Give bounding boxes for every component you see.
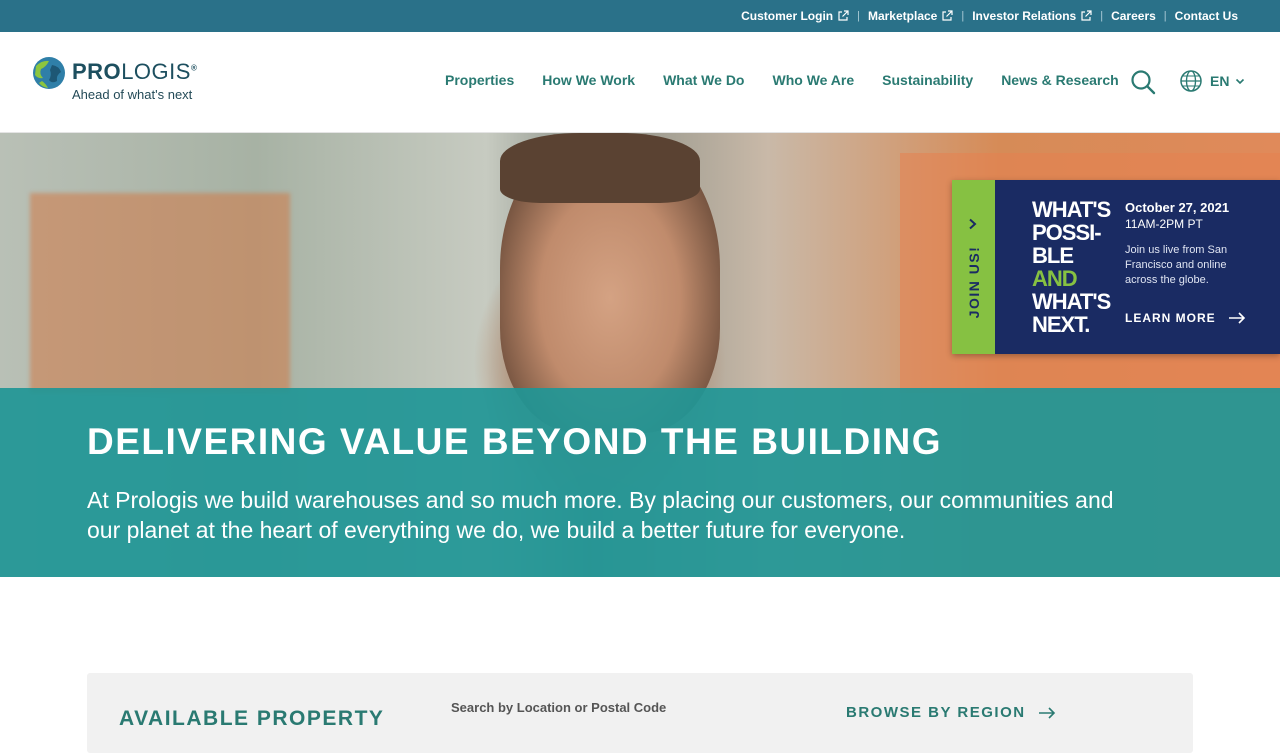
contact-us-link[interactable]: Contact Us bbox=[1175, 9, 1238, 23]
marketplace-link[interactable]: Marketplace bbox=[868, 9, 953, 23]
main-nav: Properties How We Work What We Do Who We… bbox=[431, 72, 1133, 88]
hero-title: DELIVERING VALUE BEYOND THE BUILDING bbox=[87, 421, 943, 462]
utility-bar: Customer Login | Marketplace | Investor … bbox=[0, 0, 1280, 32]
browse-by-region-link[interactable]: BROWSE BY REGION bbox=[846, 704, 1056, 721]
learn-more-label: LEARN MORE bbox=[1125, 311, 1216, 325]
property-search-panel: AVAILABLE PROPERTY Search by Location or… bbox=[87, 673, 1193, 753]
event-time: 11AM-2PM PT bbox=[1125, 217, 1203, 231]
language-selector[interactable]: EN bbox=[1180, 70, 1245, 92]
investor-relations-link[interactable]: Investor Relations bbox=[972, 9, 1092, 23]
nav-item-how-we-work[interactable]: How We Work bbox=[542, 72, 635, 88]
hero-background-shape bbox=[30, 193, 290, 393]
nav-item-properties[interactable]: Properties bbox=[445, 72, 514, 88]
event-description: Join us live from San Francisco and onli… bbox=[1125, 244, 1228, 286]
arrow-right-icon bbox=[1228, 312, 1245, 324]
registered-mark: ® bbox=[190, 63, 198, 73]
customer-login-label: Customer Login bbox=[741, 9, 834, 23]
investor-relations-label: Investor Relations bbox=[972, 9, 1077, 23]
hero-text: At Prologis we build warehouses and so m… bbox=[87, 487, 1114, 543]
hero-overlay bbox=[0, 388, 1280, 577]
artwork-line: WHAT'S bbox=[1032, 289, 1111, 314]
chevron-right-icon bbox=[969, 218, 977, 230]
artwork-line: BLE bbox=[1032, 243, 1074, 268]
external-link-icon bbox=[1081, 10, 1092, 21]
browse-by-region-label: BROWSE BY REGION bbox=[846, 704, 1026, 721]
available-property-title: AVAILABLE PROPERTY bbox=[119, 707, 385, 730]
arrow-right-icon bbox=[1038, 706, 1055, 719]
logo-wordmark-light: LOGIS bbox=[121, 59, 191, 84]
nav-item-news-research[interactable]: News & Research bbox=[1001, 72, 1119, 88]
separator: | bbox=[857, 10, 860, 22]
external-link-icon bbox=[838, 10, 849, 21]
globe-icon bbox=[33, 57, 65, 89]
learn-more-link[interactable]: LEARN MORE bbox=[1125, 311, 1246, 325]
chevron-down-icon bbox=[1236, 78, 1245, 85]
nav-item-who-we-are[interactable]: Who We Are bbox=[772, 72, 854, 88]
logo-wordmark-bold: PRO bbox=[72, 59, 122, 84]
separator: | bbox=[1163, 10, 1167, 22]
artwork-line: NEXT. bbox=[1032, 312, 1090, 337]
join-us-label: JOIN US! bbox=[966, 245, 982, 319]
globe-icon bbox=[1180, 70, 1202, 92]
event-date: October 27, 2021 bbox=[1125, 200, 1230, 215]
customer-login-link[interactable]: Customer Login bbox=[741, 9, 849, 23]
separator: | bbox=[1100, 10, 1104, 22]
artwork-line: AND bbox=[1032, 266, 1078, 291]
artwork-line: WHAT'S bbox=[1032, 197, 1111, 222]
search-icon[interactable] bbox=[1130, 69, 1156, 95]
event-promo-card[interactable]: JOIN US! WHAT'S POSSI- BLE AND WHAT'S NE… bbox=[952, 180, 1280, 354]
prologis-logo[interactable]: PROLOGIS® Ahead of what's next bbox=[32, 56, 207, 104]
nav-item-what-we-do[interactable]: What We Do bbox=[663, 72, 744, 88]
external-link-icon bbox=[942, 10, 953, 21]
separator: | bbox=[961, 10, 965, 22]
whats-possible-artwork: WHAT'S POSSI- BLE AND WHAT'S NEXT. bbox=[1032, 197, 1111, 337]
site-header: PROLOGIS® Ahead of what's next Propertie… bbox=[0, 32, 1280, 133]
language-label: EN bbox=[1210, 73, 1230, 89]
join-us-tab[interactable]: JOIN US! bbox=[952, 180, 995, 354]
logo-tagline: Ahead of what's next bbox=[72, 87, 193, 102]
careers-link[interactable]: Careers bbox=[1111, 9, 1156, 23]
marketplace-label: Marketplace bbox=[867, 9, 938, 23]
logo-wordmark: PROLOGIS® bbox=[72, 59, 197, 85]
location-search-label: Search by Location or Postal Code bbox=[451, 700, 667, 715]
nav-item-sustainability[interactable]: Sustainability bbox=[882, 72, 973, 88]
artwork-line: POSSI- bbox=[1032, 220, 1102, 245]
hero-photo-hair bbox=[500, 133, 700, 203]
